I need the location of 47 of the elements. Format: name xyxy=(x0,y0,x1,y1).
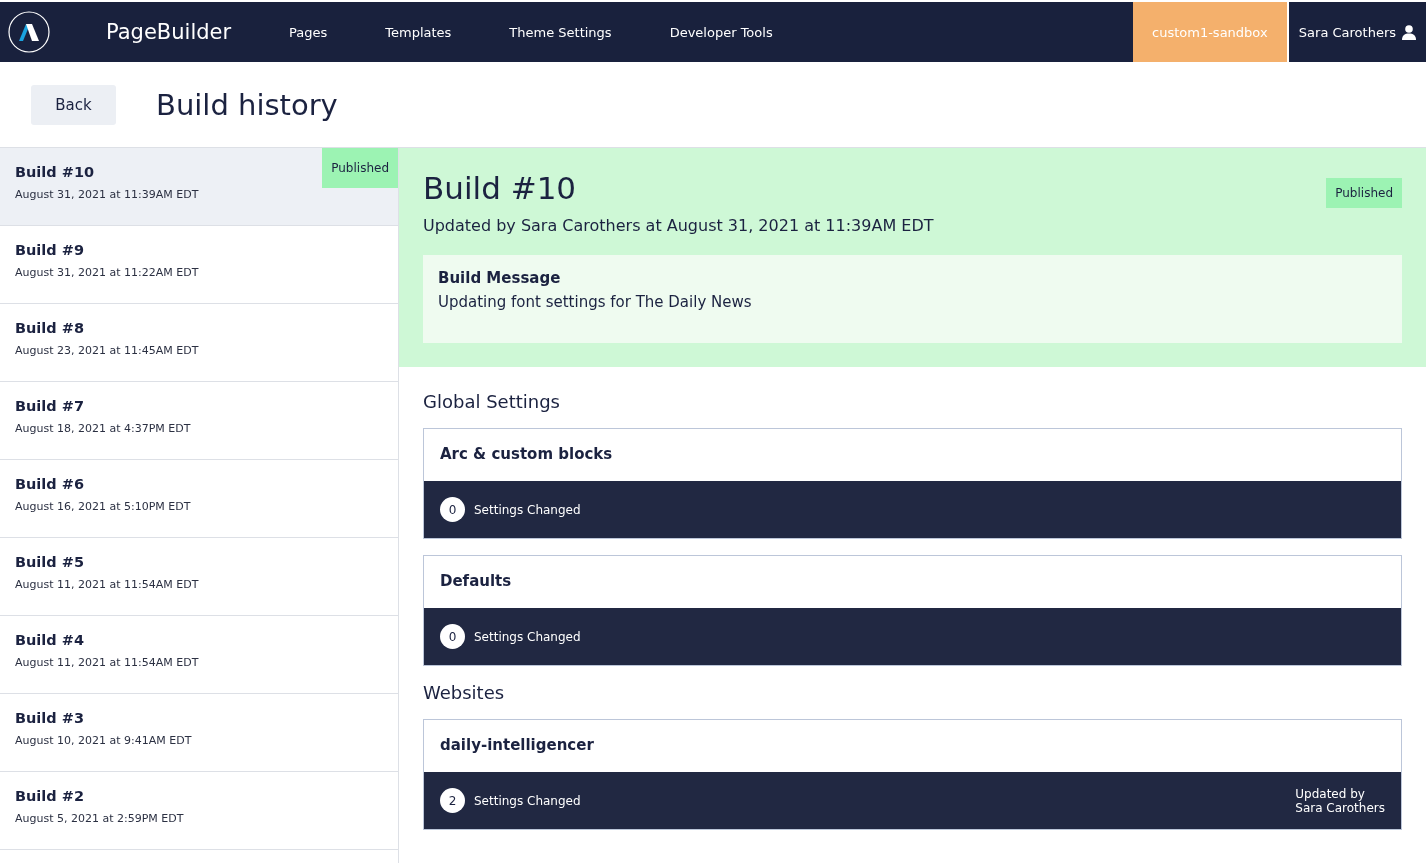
build-date: August 18, 2021 at 4:37PM EDT xyxy=(15,422,191,435)
build-title: Build #6 xyxy=(15,476,84,492)
build-title: Build #4 xyxy=(15,632,84,648)
page-title: Build history xyxy=(156,87,338,122)
section-heading: Websites xyxy=(423,682,506,703)
build-title: Build #9 xyxy=(15,242,84,258)
change-count: 2 xyxy=(440,788,465,813)
build-date: August 31, 2021 at 11:39AM EDT xyxy=(15,188,199,201)
message-label: Build Message xyxy=(438,269,562,287)
changes-label: Settings Changed xyxy=(474,502,581,517)
build-title: Build #3 xyxy=(15,710,84,726)
message-text: Updating font settings for The Daily News xyxy=(438,293,753,311)
nav-link[interactable]: Pages xyxy=(289,24,328,40)
build-title: Build #10 xyxy=(15,164,95,180)
build-date: August 11, 2021 at 11:54AM EDT xyxy=(15,656,199,669)
changes-label: Settings Changed xyxy=(474,629,581,644)
nav-link[interactable]: Theme Settings xyxy=(509,24,612,40)
change-count: 0 xyxy=(440,497,465,522)
build-date: August 16, 2021 at 5:10PM EDT xyxy=(15,500,191,513)
user-menu[interactable]: Sara Carothers xyxy=(1288,2,1426,62)
build-subtitle: Updated by Sara Carothers at August 31, 2021 at 11:39AM EDT xyxy=(423,216,935,235)
build-heading: Build #10 xyxy=(423,170,577,206)
build-date: August 11, 2021 at 11:54AM EDT xyxy=(15,578,199,591)
build-title: Build #8 xyxy=(15,320,84,336)
build-date: August 23, 2021 at 11:45AM EDT xyxy=(15,344,199,357)
card-title: daily-intelligencer xyxy=(439,735,595,756)
change-count: 0 xyxy=(440,624,465,649)
nav-link[interactable]: Developer Tools xyxy=(669,24,773,40)
card-title: Defaults xyxy=(439,571,513,592)
build-list-item[interactable]: Build #10 August 31, 2021 at 11:39AM EDT Published xyxy=(0,148,398,226)
status-badge: Published xyxy=(322,148,398,188)
logo-icon xyxy=(8,11,50,53)
build-title: Build #7 xyxy=(15,398,84,414)
build-date: August 31, 2021 at 11:22AM EDT xyxy=(15,266,199,279)
nav-link[interactable]: Templates xyxy=(385,24,452,40)
build-date: August 10, 2021 at 9:41AM EDT xyxy=(15,734,192,747)
build-title: Build #5 xyxy=(15,554,84,570)
card-title: Arc & custom blocks xyxy=(439,444,614,465)
build-title: Build #2 xyxy=(15,788,84,804)
build-date: August 5, 2021 at 2:59PM EDT xyxy=(15,812,184,825)
updated-by-text: Updated by Sara Carothers xyxy=(1295,786,1385,815)
user-icon xyxy=(1402,24,1416,40)
changes-label: Settings Changed xyxy=(474,793,581,808)
status-badge: Published xyxy=(1326,178,1402,208)
section-heading: Global Settings xyxy=(423,391,561,412)
back-button[interactable]: Back xyxy=(31,84,116,125)
brand-name: PageBuilder xyxy=(106,20,233,44)
